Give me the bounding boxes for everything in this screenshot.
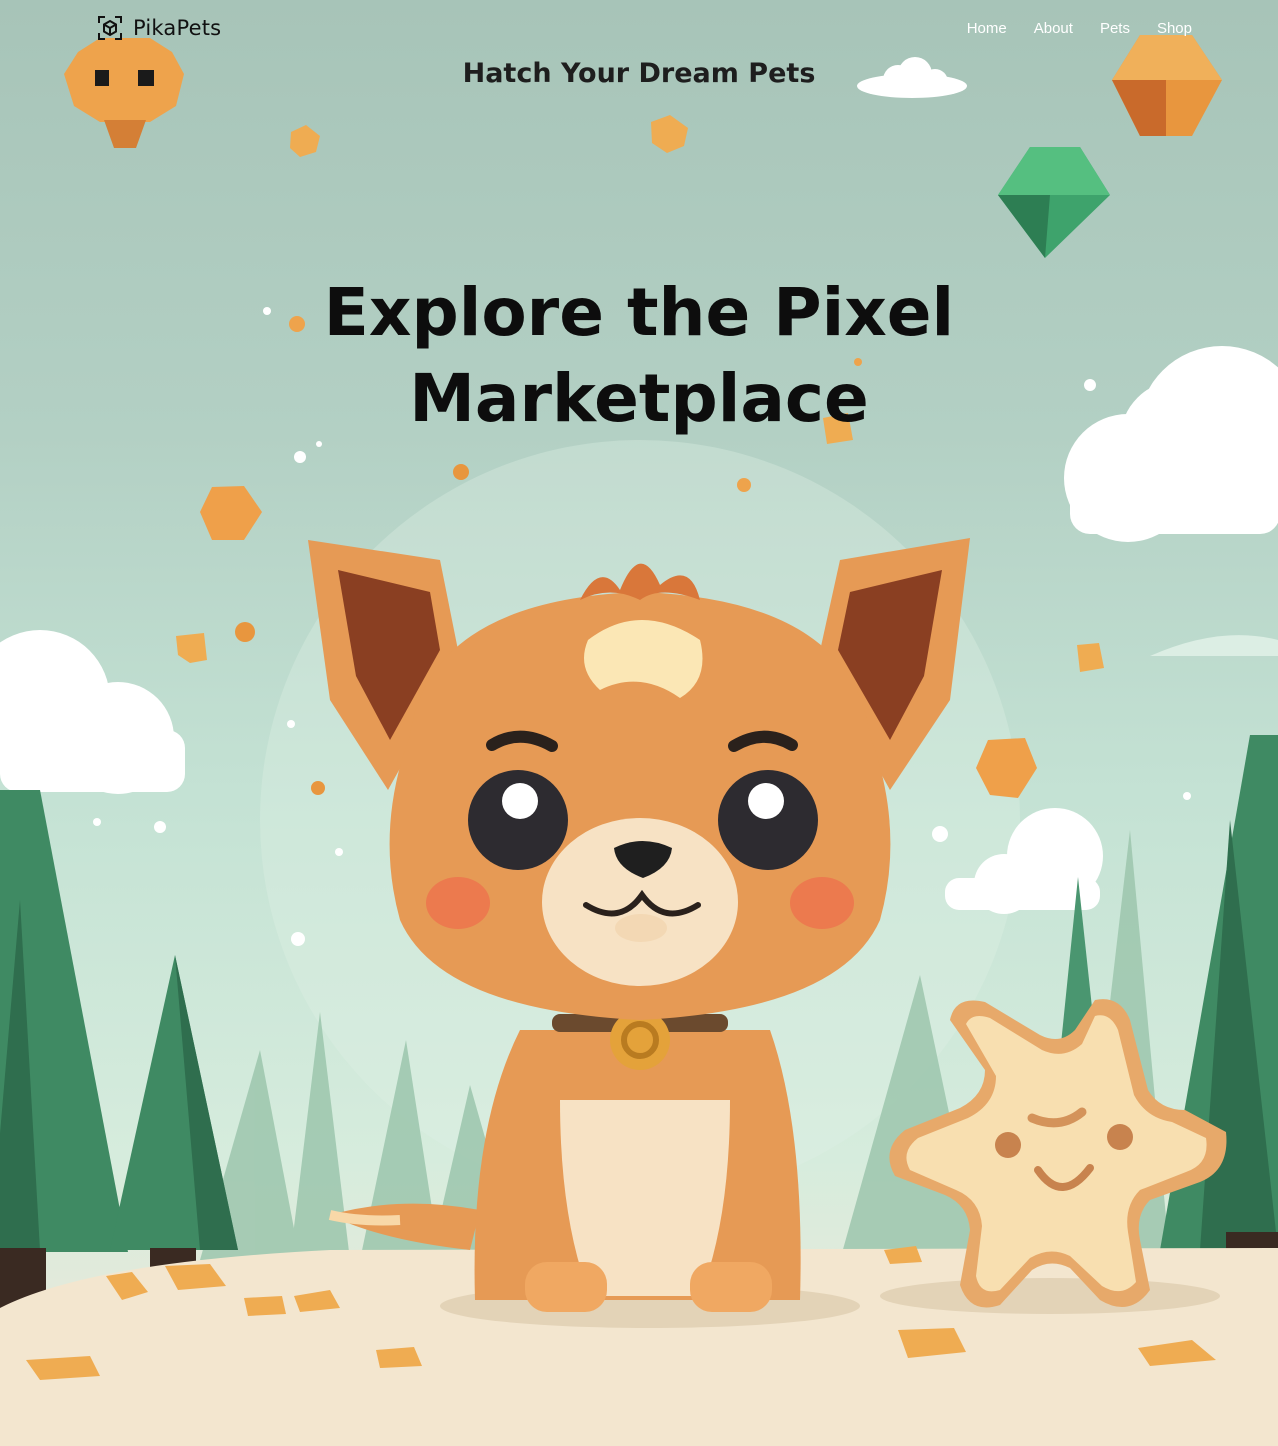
cloud-left-icon <box>0 630 185 794</box>
green-gem-icon <box>998 147 1110 258</box>
brand-name: PikaPets <box>133 16 222 40</box>
pine-tree-left-icon <box>0 790 238 1308</box>
hero-title: Explore the Pixel Marketplace <box>0 270 1278 442</box>
cube-scan-icon <box>98 16 122 40</box>
brand[interactable]: PikaPets <box>97 15 221 41</box>
nav-link-home[interactable]: Home <box>967 20 1007 37</box>
nav-link-about[interactable]: About <box>1034 20 1073 37</box>
main-nav: Home About Pets Shop <box>967 20 1192 37</box>
hero-illustration <box>0 35 1278 1446</box>
hero-title-line1: Explore the Pixel <box>323 274 955 351</box>
nav-link-shop[interactable]: Shop <box>1157 20 1192 37</box>
cloud-wisp-icon <box>1150 635 1278 656</box>
hero-title-line2: Marketplace <box>409 360 869 437</box>
nav-link-pets[interactable]: Pets <box>1100 20 1130 37</box>
top-navigation: PikaPets Home About Pets Shop <box>0 0 1278 60</box>
hero-tagline: Hatch Your Dream Pets <box>462 58 816 89</box>
